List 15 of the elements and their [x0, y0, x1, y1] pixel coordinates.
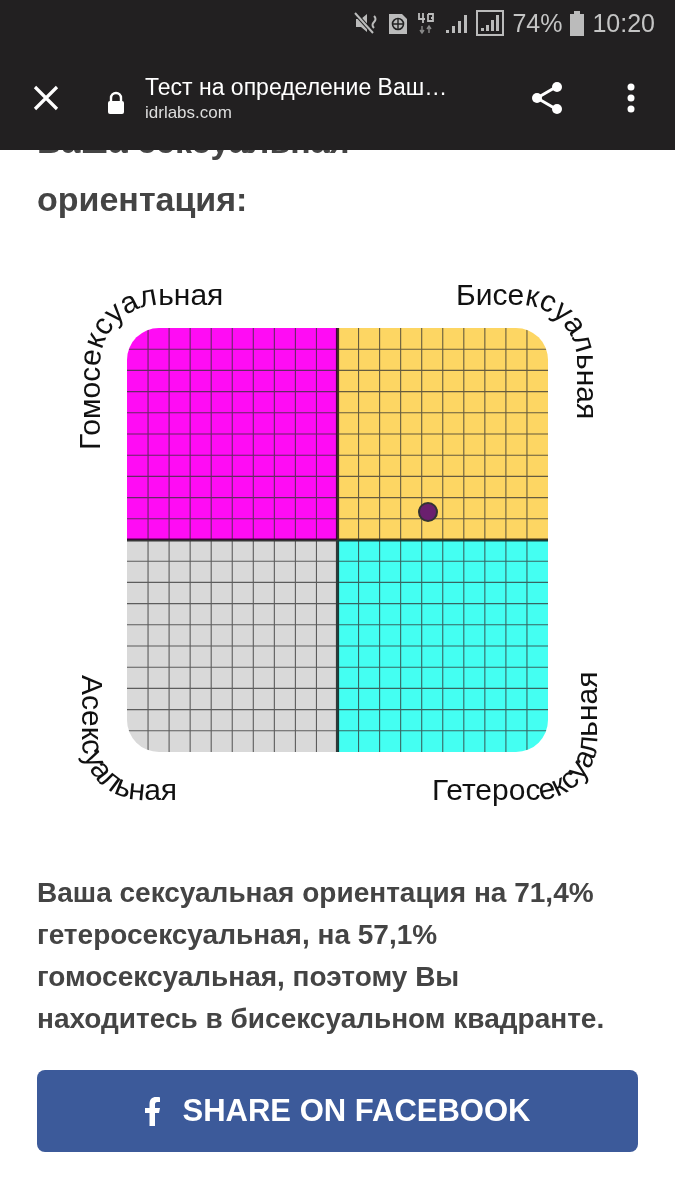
page-url: idrlabs.com [145, 102, 233, 123]
lock-icon [107, 91, 125, 115]
mobile-data-icon [416, 11, 437, 35]
battery-percent: 74% [512, 8, 563, 38]
share-icon[interactable] [529, 80, 565, 116]
clock: 10:20 [592, 8, 655, 38]
menu-icon[interactable] [627, 83, 635, 113]
share-button[interactable]: SHARE ON FACEBOOK [37, 1070, 638, 1152]
signal-icon [476, 10, 505, 36]
facebook-icon [144, 1096, 161, 1126]
globe-icon [388, 11, 409, 35]
page-title: Тест на определение Ваш… [145, 73, 449, 101]
result-text: Ваша сексуальная ориентация на 71,4% гетеросексуальная, на 57,1% гомосексуальная, поэтому Вы находитесь в бисексуальном квадранте. [37, 876, 606, 1036]
close-icon[interactable] [33, 85, 59, 111]
battery-icon [570, 10, 585, 36]
